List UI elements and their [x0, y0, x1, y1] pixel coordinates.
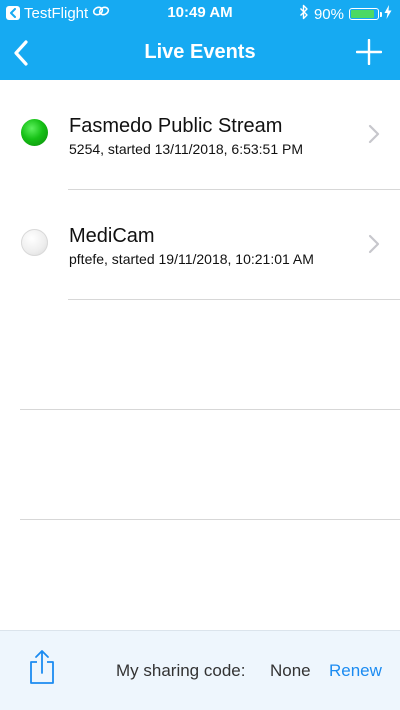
- footer-toolbar: My sharing code: None Renew: [0, 630, 400, 710]
- status-dot-idle-icon: [21, 229, 48, 256]
- page-title: Live Events: [144, 41, 256, 63]
- event-row-fasmedo[interactable]: Fasmedo Public Stream 5254, started 13/1…: [0, 80, 400, 190]
- status-indicators: 90%: [299, 4, 392, 24]
- share-button[interactable]: [28, 649, 56, 685]
- battery-fill: [351, 10, 375, 18]
- status-dot-live-icon: [21, 119, 48, 146]
- empty-row: [0, 410, 400, 520]
- bluetooth-icon: [299, 4, 309, 24]
- navigation-bar: Live Events: [0, 26, 400, 80]
- battery-percent: 90%: [313, 5, 344, 23]
- header: TestFlight 10:49 AM 90% Live Events: [0, 0, 400, 80]
- event-subtitle: pftefe, started 19/11/2018, 10:21:01 AM: [69, 251, 314, 267]
- row-divider: [20, 519, 400, 520]
- battery-icon: [349, 8, 382, 20]
- chevron-right-icon: [368, 234, 380, 254]
- empty-row: [0, 300, 400, 410]
- event-list: Fasmedo Public Stream 5254, started 13/1…: [0, 80, 400, 520]
- add-event-button[interactable]: [355, 38, 383, 66]
- plus-icon: [355, 38, 383, 66]
- chevron-right-icon: [368, 124, 380, 144]
- sharing-code-value: None: [270, 661, 311, 680]
- event-row-medicam[interactable]: MediCam pftefe, started 19/11/2018, 10:2…: [0, 190, 400, 300]
- renew-button[interactable]: Renew: [329, 661, 382, 681]
- event-title: Fasmedo Public Stream: [69, 115, 283, 137]
- share-icon: [30, 650, 54, 684]
- event-title: MediCam: [69, 225, 155, 247]
- status-bar: TestFlight 10:49 AM 90%: [0, 0, 400, 26]
- charging-bolt-icon: [384, 5, 392, 23]
- sharing-code-label: My sharing code:: [116, 661, 246, 680]
- event-subtitle: 5254, started 13/11/2018, 6:53:51 PM: [69, 141, 304, 157]
